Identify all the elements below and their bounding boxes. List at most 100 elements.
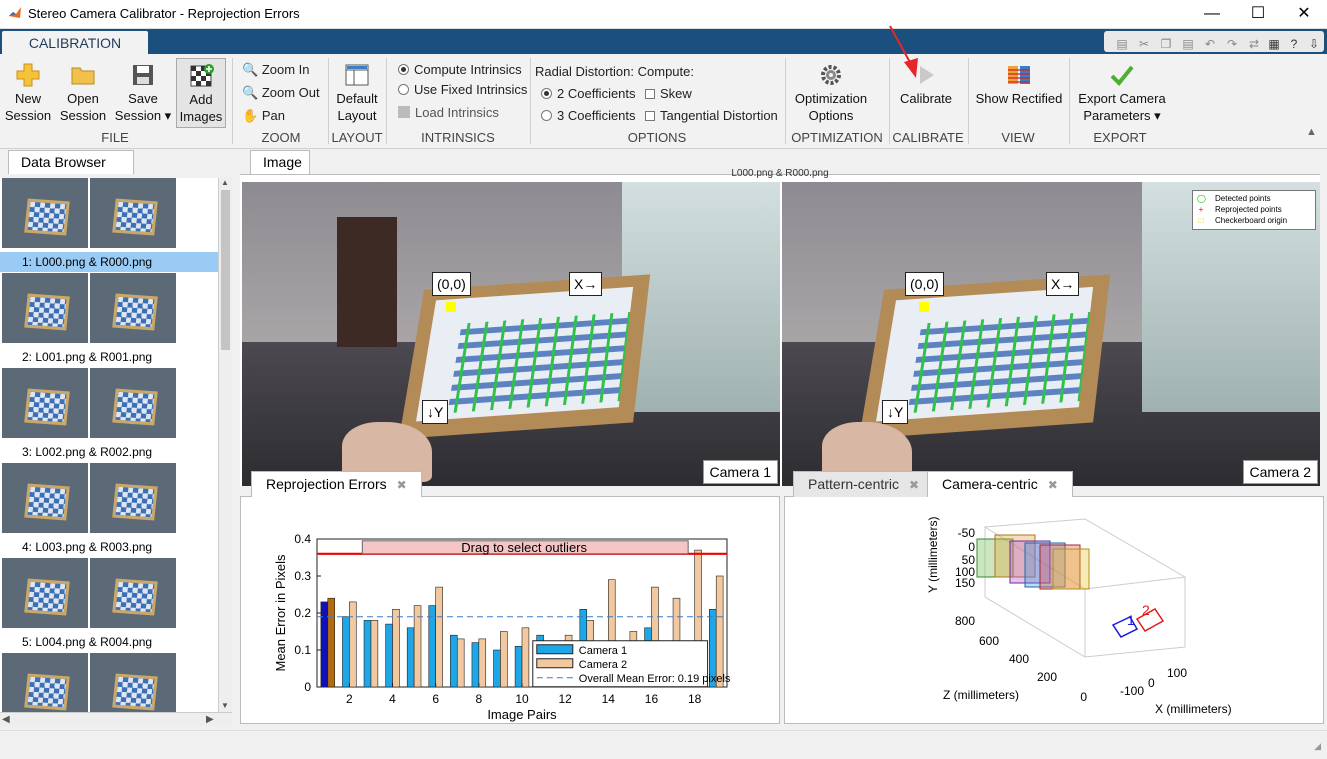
thumbnail-list[interactable]: 1: L000.png & R000.png 2: L001.png & R001…: [0, 178, 218, 726]
save-session-label: Save Session ▾: [114, 91, 172, 123]
vertical-scrollbar[interactable]: ▲ ▼: [218, 178, 232, 726]
bar[interactable]: [521, 627, 530, 688]
z-tick: 400: [1009, 652, 1029, 666]
bar[interactable]: [493, 649, 501, 688]
close-tab-icon[interactable]: ✖: [1048, 478, 1058, 492]
bar[interactable]: [456, 638, 465, 688]
scroll-down-icon[interactable]: ▼: [221, 701, 229, 710]
switch-windows-icon[interactable]: ⇄: [1246, 36, 1262, 52]
collapse-icon[interactable]: ⇩: [1306, 36, 1322, 52]
section-optimization: OPTIMIZATION: [791, 130, 883, 145]
close-button[interactable]: ✕: [1281, 0, 1327, 29]
tangential-distortion-checkbox[interactable]: Tangential Distortion: [645, 108, 778, 123]
checkerboard-thumbnail: [24, 388, 70, 426]
save-session-button[interactable]: Save Session ▾: [114, 62, 172, 124]
z-axis-title: Z (millimeters): [943, 688, 1019, 702]
skew-checkbox[interactable]: Skew: [645, 86, 692, 101]
two-coefficients-radio[interactable]: 2 Coefficients: [541, 86, 636, 101]
camera-1-view[interactable]: (0,0) X→ ↓Y Camera 1: [242, 182, 780, 486]
list-item[interactable]: 4: L003.png & R003.png: [0, 463, 218, 558]
zoom-out-button[interactable]: 🔍 Zoom Out: [242, 85, 320, 101]
list-item[interactable]: 5: L004.png & R004.png: [0, 558, 218, 653]
zoom-out-label: Zoom Out: [261, 85, 320, 100]
cut-icon[interactable]: ✂: [1136, 36, 1152, 52]
pan-button[interactable]: ✋ Pan: [242, 108, 285, 124]
help-icon[interactable]: ?: [1286, 36, 1302, 52]
list-item[interactable]: 2: L001.png & R001.png: [0, 273, 218, 368]
tab-data-browser[interactable]: Data Browser: [8, 150, 134, 174]
copy-icon[interactable]: ❐: [1158, 36, 1174, 52]
list-item[interactable]: 3: L002.png & R002.png: [0, 368, 218, 463]
paste-icon[interactable]: ▤: [1180, 36, 1196, 52]
x-tick-label: 4: [389, 692, 396, 706]
zoom-in-button[interactable]: 🔍 Zoom In: [242, 62, 310, 78]
drag-to-select-label: Drag to select outliers: [461, 540, 587, 555]
new-session-button[interactable]: New Session: [4, 62, 52, 124]
tab-pattern-centric[interactable]: Pattern-centric ✖: [793, 471, 935, 497]
bar[interactable]: [413, 605, 422, 688]
optimization-options-button[interactable]: Optimization Options: [788, 62, 874, 124]
x-tick-label: 6: [432, 692, 439, 706]
bar[interactable]: [363, 620, 372, 688]
tab-camera-centric[interactable]: Camera-centric ✖: [927, 471, 1073, 497]
scrollbar-thumb[interactable]: [221, 190, 230, 350]
bar[interactable]: [428, 605, 436, 688]
checkerboard-thumbnail: [112, 388, 158, 426]
bar[interactable]: [370, 620, 379, 688]
bar[interactable]: [478, 638, 487, 688]
redo-icon[interactable]: ↷: [1224, 36, 1240, 52]
bar[interactable]: [450, 634, 458, 688]
bar[interactable]: [500, 631, 508, 688]
use-fixed-intrinsics-radio[interactable]: Use Fixed Intrinsics: [398, 82, 527, 97]
bar[interactable]: [349, 601, 357, 688]
export-camera-parameters-button[interactable]: Export Camera Parameters ▾: [1074, 62, 1170, 124]
close-tab-icon[interactable]: ✖: [909, 478, 919, 492]
bar[interactable]: [435, 586, 443, 688]
resize-grip-icon[interactable]: ◢: [1314, 741, 1321, 752]
list-item-label: 5: L004.png & R004.png: [22, 635, 153, 649]
bar[interactable]: [406, 627, 415, 688]
minimize-button[interactable]: —: [1189, 0, 1235, 29]
list-item[interactable]: 1: L000.png & R000.png: [0, 178, 218, 273]
scroll-up-icon[interactable]: ▲: [221, 178, 229, 187]
x-tick-label: 12: [558, 692, 572, 706]
legend-label: Camera 2: [579, 659, 627, 671]
checkerboard-paper: [876, 286, 1094, 422]
default-layout-button[interactable]: Default Layout: [332, 62, 382, 124]
extrinsics-3d-plot[interactable]: 2 1 Y (millimeters) -50 0 50 100 150 800…: [785, 497, 1323, 723]
three-coefficients-radio[interactable]: 3 Coefficients: [541, 108, 636, 123]
camera-2-view[interactable]: (0,0) X→ ↓Y Camera 2 ◯ Detected points + R…: [782, 182, 1320, 486]
save-icon[interactable]: ▤: [1114, 36, 1130, 52]
load-intrinsics-button[interactable]: Load Intrinsics: [398, 105, 499, 120]
title-bar: Stereo Camera Calibrator - Reprojection …: [0, 0, 1327, 29]
close-tab-icon[interactable]: ✖: [397, 478, 407, 492]
scroll-left-icon[interactable]: ◀: [2, 714, 10, 725]
tab-image[interactable]: Image: [250, 150, 310, 174]
bar[interactable]: [715, 575, 724, 688]
tab-reprojection-errors[interactable]: Reprojection Errors ✖: [251, 471, 422, 497]
thumbnail-image: [2, 178, 88, 248]
open-session-button[interactable]: Open Session: [58, 62, 108, 124]
bar[interactable]: [342, 616, 350, 688]
show-rectified-button[interactable]: Show Rectified: [972, 62, 1066, 107]
undo-icon[interactable]: ↶: [1202, 36, 1218, 52]
bar[interactable]: [392, 609, 400, 688]
list-item-label: 2: L001.png & R001.png: [22, 350, 153, 364]
window-layout-icon[interactable]: ▦: [1266, 36, 1282, 52]
bar[interactable]: [385, 623, 393, 688]
horizontal-scrollbar[interactable]: ◀ ▶: [0, 712, 232, 726]
maximize-button[interactable]: ☐: [1235, 0, 1281, 29]
origin-label: (0,0): [432, 272, 471, 296]
scroll-right-icon[interactable]: ▶: [206, 714, 214, 725]
three-coefficients-label: 3 Coefficients: [557, 108, 636, 123]
reprojection-bar-chart[interactable]: Drag to select outliers 0 0.1 0.2 0.3 0.4 2 4 6 8…: [241, 497, 779, 723]
add-images-button[interactable]: Add Images: [176, 58, 226, 128]
bar[interactable]: [471, 642, 480, 688]
bar[interactable]: [320, 601, 329, 688]
tab-calibration[interactable]: CALIBRATION: [2, 31, 148, 55]
compute-intrinsics-radio[interactable]: Compute Intrinsics: [398, 62, 522, 77]
collapse-ribbon-icon[interactable]: ▲: [1306, 126, 1317, 138]
section-view: VIEW: [1001, 130, 1035, 145]
bar[interactable]: [327, 597, 335, 688]
bar[interactable]: [514, 646, 523, 688]
